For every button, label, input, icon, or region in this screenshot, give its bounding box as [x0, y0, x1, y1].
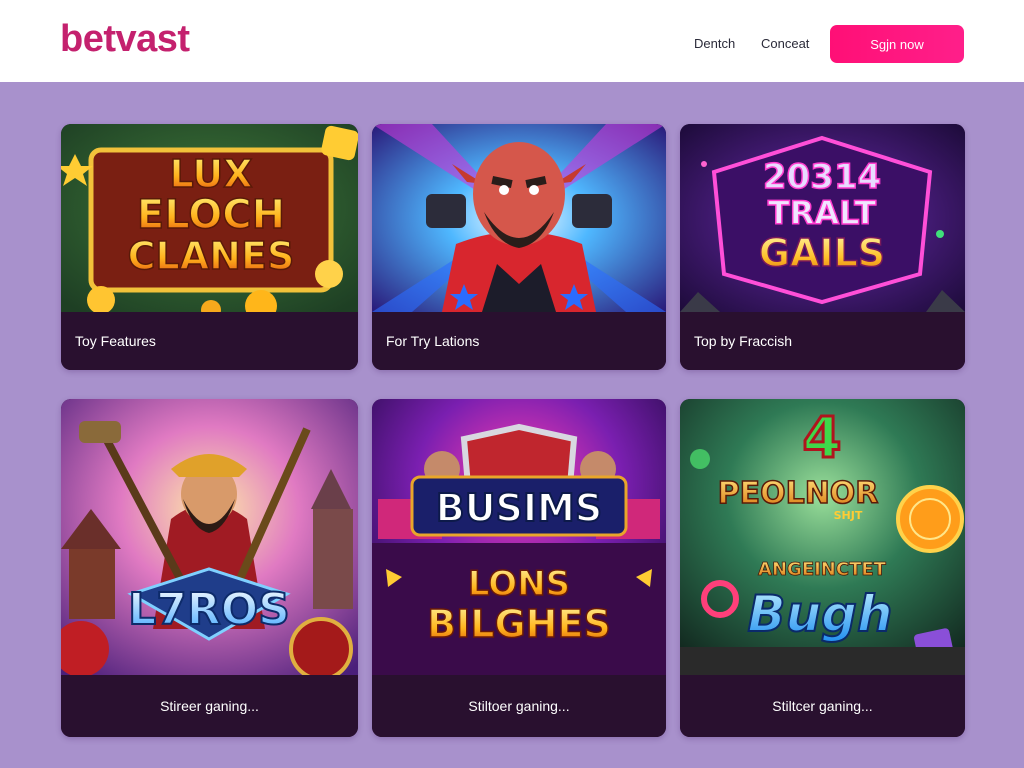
card-label: Top by Fraccish [680, 312, 965, 370]
card-art-text: LUX [169, 152, 252, 196]
card-art-text: CLANES [128, 234, 295, 278]
neon-purple-gem-art: 20314 TRALT GAILS [680, 124, 965, 312]
card-art-text: 20314 [763, 157, 881, 197]
card-art-text: BUSIMS [436, 486, 603, 530]
nav-link-conceat[interactable]: Conceat [761, 36, 809, 51]
brand-logo[interactable]: betvast [60, 18, 190, 61]
card-label: Stireer ganing... [61, 675, 358, 737]
game-card-6[interactable]: 4 PEOLNOR SHJT ANGEINCTET Bugh Stiltcer … [680, 399, 965, 737]
card-label: For Try Lations [372, 312, 666, 370]
card-art-text: ANGEINCTET [758, 559, 887, 580]
card-art-text: L7ROS [128, 584, 290, 635]
warrior-temple-art: L7ROS [61, 399, 358, 675]
game-card-1[interactable]: LUX ELOCH CLANES Toy Features [61, 124, 358, 370]
game-card-4[interactable]: L7ROS Stireer ganing... [61, 399, 358, 737]
card-art-text: 4 [803, 406, 842, 471]
card-art-text: TRALT [768, 194, 876, 232]
card-art-text: Bugh [747, 585, 892, 643]
card-label: Stiltoer ganing... [372, 675, 666, 737]
nav-link-dentch[interactable]: Dentch [694, 36, 735, 51]
shield-heroes-art: BUSIMS LONS BILGHES [372, 399, 666, 675]
game-card-5[interactable]: BUSIMS LONS BILGHES Stiltoer ganing... [372, 399, 666, 737]
red-goblin-character-art [372, 124, 666, 312]
sign-in-button[interactable]: Sgjn now [830, 25, 964, 63]
card-art-text: GAILS [759, 231, 885, 275]
card-art-text: PEOLNOR [718, 476, 879, 511]
card-art-text: LONS [468, 564, 570, 604]
game-card-3[interactable]: 20314 TRALT GAILS Top by Fraccish [680, 124, 965, 370]
gold-coins-slot-art: LUX ELOCH CLANES [61, 124, 358, 312]
fruit-candy-slot-art: 4 PEOLNOR SHJT ANGEINCTET Bugh [680, 399, 965, 675]
card-label: Stiltcer ganing... [680, 675, 965, 737]
card-label: Toy Features [61, 312, 358, 370]
card-art-text: ELOCH [137, 192, 285, 238]
card-art-text: BILGHES [427, 602, 611, 646]
top-header: betvast Dentch Conceat Sgjn now [0, 0, 1024, 82]
card-art-text: SHJT [834, 509, 863, 522]
game-card-2[interactable]: For Try Lations [372, 124, 666, 370]
